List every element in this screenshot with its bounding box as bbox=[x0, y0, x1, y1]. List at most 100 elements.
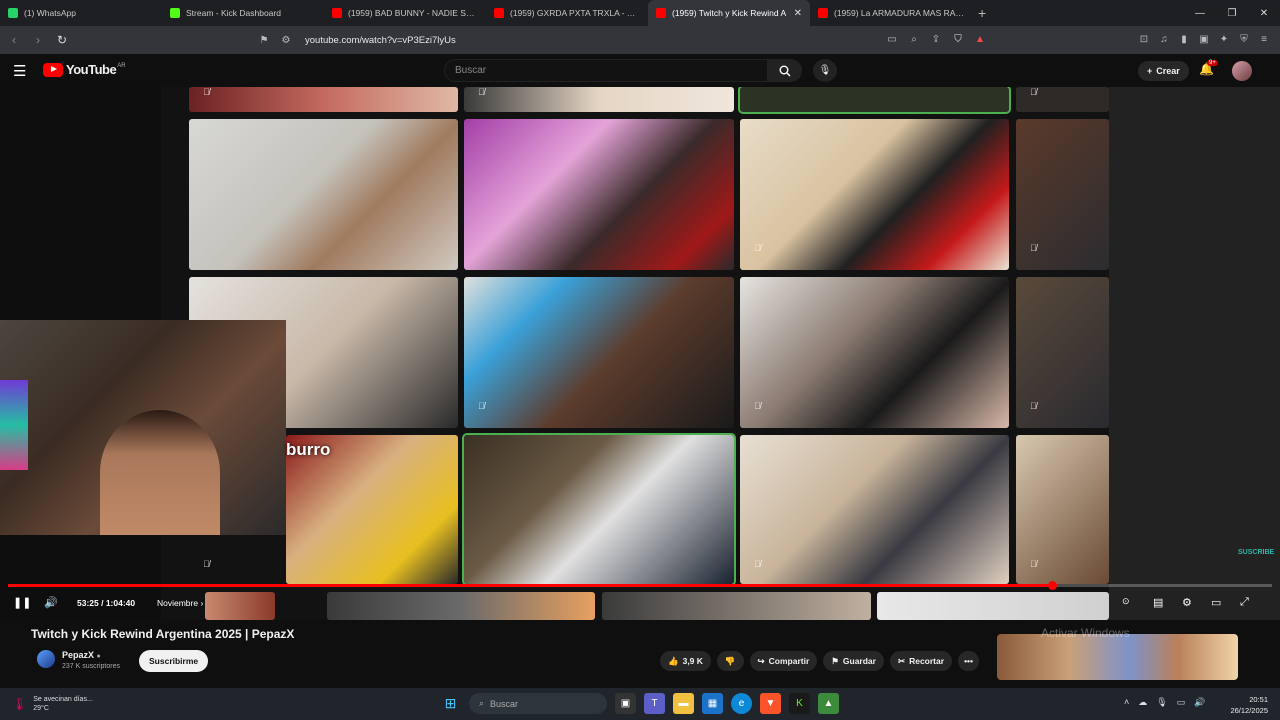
share-label: Compartir bbox=[768, 656, 810, 666]
store-icon[interactable]: ▦ bbox=[702, 693, 723, 714]
share-button[interactable]: ↪ Compartir bbox=[749, 651, 818, 671]
channel-avatar[interactable] bbox=[37, 650, 55, 668]
weather-text: Se avecinan días... bbox=[33, 696, 93, 703]
channel-name[interactable]: PepazX ● bbox=[62, 650, 101, 660]
muted-mic-icon: 🎙̸ bbox=[478, 87, 485, 97]
muted-mic-icon: 🎙̸ bbox=[203, 559, 210, 569]
shield-icon[interactable]: ⛉ bbox=[950, 31, 966, 47]
create-button[interactable]: + Crear bbox=[1138, 61, 1189, 81]
new-tab-button[interactable]: + bbox=[978, 5, 986, 21]
zoom-icon[interactable]: ⌕ bbox=[906, 31, 922, 47]
microphone-icon[interactable]: 🎙 bbox=[1156, 697, 1167, 708]
grid-cell bbox=[740, 119, 1009, 270]
windows-start-icon[interactable]: ⊞ bbox=[440, 693, 461, 714]
youtube-logo[interactable]: YouTube AR bbox=[43, 62, 126, 77]
vpn-icon[interactable]: ⛨ bbox=[1236, 31, 1252, 47]
bookmark-icon[interactable]: ⚑ bbox=[255, 35, 273, 46]
scrubber-handle[interactable] bbox=[1048, 581, 1058, 590]
taskbar-apps: ⊞ ⌕ Buscar ▣ T ▬ ▦ e ▼ K ▲ bbox=[440, 693, 839, 714]
fullscreen-icon[interactable]: ⤢ bbox=[1240, 596, 1249, 609]
like-count: 3,9 K bbox=[682, 656, 703, 666]
screenshot-icon[interactable]: ⊡ bbox=[1136, 31, 1152, 47]
wallet-icon[interactable]: ▣ bbox=[1196, 31, 1212, 47]
channel-name-text: PepazX bbox=[62, 650, 95, 660]
brave-icon[interactable]: ▼ bbox=[760, 693, 781, 714]
taskbar-search[interactable]: ⌕ Buscar bbox=[469, 693, 607, 714]
muted-mic-icon: 🎙̸ bbox=[1030, 87, 1037, 97]
microphone-icon: 🎙 bbox=[818, 65, 832, 76]
minimize-button[interactable]: — bbox=[1184, 0, 1216, 26]
app-icon[interactable]: ▲ bbox=[818, 693, 839, 714]
browser-tab[interactable]: (1) WhatsApp bbox=[0, 0, 162, 26]
teams-icon[interactable]: T bbox=[644, 693, 665, 714]
browser-tab[interactable]: (1959) Twitch y Kick Rewind A ✕ bbox=[648, 0, 810, 26]
network-icon[interactable]: ▭ bbox=[1177, 697, 1186, 708]
browser-tab[interactable]: (1959) GXRDA PXTA TRXLA - YouTube bbox=[486, 0, 648, 26]
pause-button[interactable]: ❚❚ bbox=[13, 596, 31, 609]
menu-icon[interactable]: ≡ bbox=[1256, 31, 1272, 47]
subscriber-count: 237 K suscriptores bbox=[62, 663, 120, 670]
more-actions-button[interactable]: ••• bbox=[958, 651, 979, 671]
logo-text: YouTube bbox=[66, 62, 117, 77]
kick-icon[interactable]: K bbox=[789, 693, 810, 714]
browser-tab[interactable]: Stream - Kick Dashboard bbox=[162, 0, 324, 26]
browser-tab[interactable]: (1959) La ARMADURA MAS RARA de bbox=[810, 0, 972, 26]
subscribe-watermark[interactable]: SUSCRIBE bbox=[1238, 549, 1274, 571]
account-avatar[interactable] bbox=[1232, 61, 1252, 81]
save-button[interactable]: ⚑ Guardar bbox=[823, 651, 884, 671]
tab-close-icon[interactable]: ✕ bbox=[794, 8, 802, 19]
browser-tab[interactable]: (1959) BAD BUNNY - NADIE SABE (V bbox=[324, 0, 486, 26]
autoplay-toggle[interactable]: ⊙ bbox=[1122, 596, 1130, 607]
edge-icon[interactable]: e bbox=[731, 693, 752, 714]
cast-icon[interactable]: ▭ bbox=[884, 31, 900, 47]
url-text: youtube.com/watch?v=vP3Ezi7lyUs bbox=[305, 34, 456, 46]
forward-button[interactable]: › bbox=[28, 30, 48, 50]
chapter-button[interactable]: Noviembre › bbox=[157, 598, 203, 608]
country-code: AR bbox=[117, 62, 126, 69]
search-input[interactable]: Buscar bbox=[444, 59, 768, 82]
clip-label: Recortar bbox=[909, 656, 945, 666]
clip-button[interactable]: ✂ Recortar bbox=[889, 651, 953, 671]
theater-mode-icon[interactable]: ▭ bbox=[1211, 596, 1221, 609]
player-controls: ❚❚ 🔊 53:25 / 1:04:40 Noviembre › ⊙ ▤ ⚙ ▭… bbox=[0, 590, 1280, 620]
taskbar-clock[interactable]: 20:51 26/12/2025 bbox=[1230, 694, 1268, 716]
share-icon[interactable]: ⇪ bbox=[928, 31, 944, 47]
close-window-button[interactable]: ✕ bbox=[1248, 0, 1280, 26]
subtitles-icon[interactable]: ▤ bbox=[1153, 596, 1163, 609]
dislike-button[interactable]: 👎 bbox=[716, 651, 744, 671]
back-button[interactable]: ‹ bbox=[4, 30, 24, 50]
streamer-webcam-overlay bbox=[0, 320, 286, 535]
sidebar-ad-banner[interactable] bbox=[997, 634, 1238, 680]
voice-search-button[interactable]: 🎙 bbox=[813, 59, 837, 82]
music-icon[interactable]: ♫ bbox=[1156, 31, 1172, 47]
like-button[interactable]: 👍 3,9 K bbox=[660, 651, 711, 671]
file-explorer-icon[interactable]: ▬ bbox=[673, 693, 694, 714]
more-icon: ••• bbox=[964, 656, 973, 666]
search-button[interactable] bbox=[768, 59, 802, 82]
speaker-icon[interactable]: 🔊 bbox=[1194, 697, 1205, 708]
site-info-icon[interactable]: ⚙ bbox=[277, 35, 295, 46]
subscribe-button[interactable]: Suscribirme bbox=[139, 650, 209, 672]
task-view-icon[interactable]: ▣ bbox=[615, 693, 636, 714]
video-right-background bbox=[1109, 87, 1280, 620]
tray-app-icon[interactable]: ☁ bbox=[1138, 697, 1147, 708]
video-player[interactable]: 🎙̸ 🎙̸ 🎙̸ 🎙̸ 🎙̸ 🎙̸ 🎙̸ 🎙̸ 🎙̸ 🎙̸ 🎙̸ burro S… bbox=[0, 87, 1280, 620]
video-info: Twitch y Kick Rewind Argentina 2025 | Pe… bbox=[0, 620, 1280, 686]
grid-cell bbox=[740, 277, 1009, 428]
rewards-icon[interactable]: ▲ bbox=[972, 31, 988, 47]
chevron-up-icon[interactable]: ˄ bbox=[1124, 697, 1129, 708]
settings-gear-icon[interactable]: ⚙ bbox=[1182, 596, 1192, 609]
leo-icon[interactable]: ✦ bbox=[1216, 31, 1232, 47]
weather-widget[interactable]: 🌡 Se avecinan días... 29°C bbox=[12, 695, 93, 713]
volume-icon[interactable]: 🔊 bbox=[44, 596, 58, 609]
tab-title: (1) WhatsApp bbox=[24, 8, 76, 18]
video-title: Twitch y Kick Rewind Argentina 2025 | Pe… bbox=[31, 627, 295, 641]
system-tray: ˄ ☁ 🎙 ▭ 🔊 bbox=[1124, 697, 1205, 708]
grid-cell bbox=[740, 435, 1009, 584]
sidebar-icon[interactable]: ▮ bbox=[1176, 31, 1192, 47]
hamburger-menu-icon[interactable]: ☰ bbox=[13, 62, 26, 80]
tab-favicon-icon bbox=[494, 8, 504, 18]
reload-button[interactable]: ↻ bbox=[52, 30, 72, 50]
maximize-button[interactable]: ❐ bbox=[1216, 0, 1248, 26]
progress-bar[interactable] bbox=[8, 581, 1272, 590]
